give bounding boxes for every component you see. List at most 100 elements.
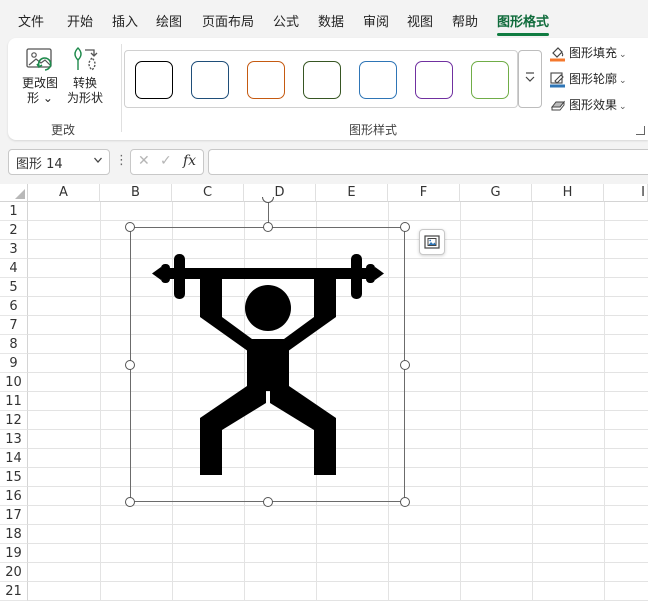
row-header-18[interactable]: 18 bbox=[0, 525, 28, 544]
column-header-d[interactable]: D bbox=[244, 184, 316, 202]
convert-to-shape-icon bbox=[74, 47, 98, 71]
chevron-down-icon: ⌄ bbox=[619, 50, 627, 60]
convert-to-shape-label-1: 转换 bbox=[72, 76, 97, 90]
insert-function-icon[interactable]: fx bbox=[183, 153, 196, 169]
tab-home[interactable]: 开始 bbox=[67, 11, 93, 31]
change-graphic-label-1: 更改图 bbox=[21, 76, 58, 90]
resize-handle-bottom-left[interactable] bbox=[125, 497, 135, 507]
tab-insert[interactable]: 插入 bbox=[112, 11, 138, 31]
resize-handle-bottom[interactable] bbox=[263, 497, 273, 507]
row-header-16[interactable]: 16 bbox=[0, 487, 28, 506]
column-header-b[interactable]: B bbox=[100, 184, 172, 202]
gridline bbox=[532, 202, 533, 601]
convert-to-shape-button[interactable]: 转换 为形状 bbox=[63, 44, 107, 106]
chevron-down-icon: ⌄ bbox=[619, 102, 627, 112]
graphic-fill-button[interactable]: 图形填充 ⌄ bbox=[549, 44, 627, 64]
resize-handle-top-right[interactable] bbox=[400, 222, 410, 232]
column-header-h[interactable]: H bbox=[532, 184, 604, 202]
enter-icon[interactable]: ✓ bbox=[160, 153, 172, 169]
tab-help[interactable]: 帮助 bbox=[452, 11, 478, 31]
row-header-21[interactable]: 21 bbox=[0, 582, 28, 601]
graphic-outline-label: 图形轮廓 bbox=[569, 72, 618, 86]
row-header-20[interactable]: 20 bbox=[0, 563, 28, 582]
tab-page-layout[interactable]: 页面布局 bbox=[202, 11, 254, 31]
weightlifting-icon[interactable] bbox=[150, 253, 386, 477]
graphic-effects-label: 图形效果 bbox=[569, 98, 618, 112]
group-divider bbox=[121, 44, 122, 132]
gallery-more-icon bbox=[524, 71, 536, 86]
resize-handle-top-left[interactable] bbox=[125, 222, 135, 232]
tab-file[interactable]: 文件 bbox=[18, 11, 44, 31]
row-header-15[interactable]: 15 bbox=[0, 468, 28, 487]
change-graphic-button[interactable]: 更改图 形 ⌄ bbox=[18, 44, 62, 106]
column-header-a[interactable]: A bbox=[28, 184, 100, 202]
rotation-handle[interactable] bbox=[262, 197, 274, 203]
tab-formulas[interactable]: 公式 bbox=[273, 11, 299, 31]
graphic-outline-button[interactable]: 图形轮廓 ⌄ bbox=[549, 70, 627, 90]
tab-draw[interactable]: 绘图 bbox=[156, 11, 182, 31]
row-header-19[interactable]: 19 bbox=[0, 544, 28, 563]
shape-effects-icon bbox=[550, 100, 566, 111]
style-swatch-navy[interactable] bbox=[191, 61, 229, 99]
style-swatch-blue[interactable] bbox=[359, 61, 397, 99]
chevron-down-icon bbox=[93, 155, 103, 168]
gridline bbox=[460, 202, 461, 601]
resize-handle-top[interactable] bbox=[263, 222, 273, 232]
name-box-value: 图形 14 bbox=[16, 157, 63, 172]
column-header-g[interactable]: G bbox=[460, 184, 532, 202]
style-swatch-purple[interactable] bbox=[415, 61, 453, 99]
column-header-e[interactable]: E bbox=[316, 184, 388, 202]
group-label-change: 更改 bbox=[51, 123, 76, 137]
gridline bbox=[100, 202, 101, 601]
gridline bbox=[28, 543, 648, 544]
name-box[interactable]: 图形 14 bbox=[8, 149, 110, 175]
style-swatch-black[interactable] bbox=[135, 61, 173, 99]
tab-review[interactable]: 审阅 bbox=[363, 11, 389, 31]
graphic-effects-button[interactable]: 图形效果 ⌄ bbox=[549, 96, 627, 116]
row-header-5[interactable]: 5 bbox=[0, 278, 28, 297]
gridline bbox=[28, 562, 648, 563]
row-header-1[interactable]: 1 bbox=[0, 202, 28, 221]
row-header-11[interactable]: 11 bbox=[0, 392, 28, 411]
column-header-c[interactable]: C bbox=[172, 184, 244, 202]
formula-input[interactable] bbox=[208, 149, 648, 175]
tab-view[interactable]: 视图 bbox=[407, 11, 433, 31]
select-all-corner[interactable] bbox=[0, 184, 28, 202]
row-header-7[interactable]: 7 bbox=[0, 316, 28, 335]
style-swatch-orange[interactable] bbox=[247, 61, 285, 99]
resize-handle-right[interactable] bbox=[400, 360, 410, 370]
formula-bar: 图形 14 ⋮ ✕ ✓ fx bbox=[0, 144, 648, 184]
dialog-launcher-icon[interactable] bbox=[636, 126, 645, 135]
row-header-12[interactable]: 12 bbox=[0, 411, 28, 430]
row-header-4[interactable]: 4 bbox=[0, 259, 28, 278]
gallery-more-button[interactable] bbox=[518, 50, 542, 108]
row-header-13[interactable]: 13 bbox=[0, 430, 28, 449]
column-header-f[interactable]: F bbox=[388, 184, 460, 202]
column-header-i[interactable]: I bbox=[604, 184, 648, 202]
row-header-17[interactable]: 17 bbox=[0, 506, 28, 525]
graphic-styles-gallery bbox=[124, 50, 518, 108]
tab-data[interactable]: 数据 bbox=[318, 11, 344, 31]
style-swatch-lime[interactable] bbox=[471, 61, 509, 99]
gridline bbox=[28, 581, 648, 582]
row-header-9[interactable]: 9 bbox=[0, 354, 28, 373]
layout-options-button[interactable] bbox=[419, 229, 445, 255]
convert-to-shape-label-2: 为形状 bbox=[66, 91, 103, 105]
rotation-stem bbox=[268, 200, 269, 223]
layout-options-icon bbox=[424, 235, 440, 249]
row-header-8[interactable]: 8 bbox=[0, 335, 28, 354]
resize-handle-left[interactable] bbox=[125, 360, 135, 370]
change-graphic-label-2: 形 ⌄ bbox=[27, 91, 53, 105]
graphic-fill-label: 图形填充 bbox=[569, 46, 618, 60]
row-header-2[interactable]: 2 bbox=[0, 221, 28, 240]
more-options-icon[interactable]: ⋮ bbox=[115, 153, 128, 168]
style-swatch-green[interactable] bbox=[303, 61, 341, 99]
tab-graphics-format[interactable]: 图形格式 bbox=[497, 11, 550, 36]
row-header-3[interactable]: 3 bbox=[0, 240, 28, 259]
row-header-6[interactable]: 6 bbox=[0, 297, 28, 316]
resize-handle-bottom-right[interactable] bbox=[400, 497, 410, 507]
row-header-14[interactable]: 14 bbox=[0, 449, 28, 468]
ribbon-tab-bar: 文件 开始 插入 绘图 页面布局 公式 数据 审阅 视图 帮助 图形格式 bbox=[0, 0, 648, 38]
row-header-10[interactable]: 10 bbox=[0, 373, 28, 392]
cancel-icon[interactable]: ✕ bbox=[138, 153, 150, 169]
